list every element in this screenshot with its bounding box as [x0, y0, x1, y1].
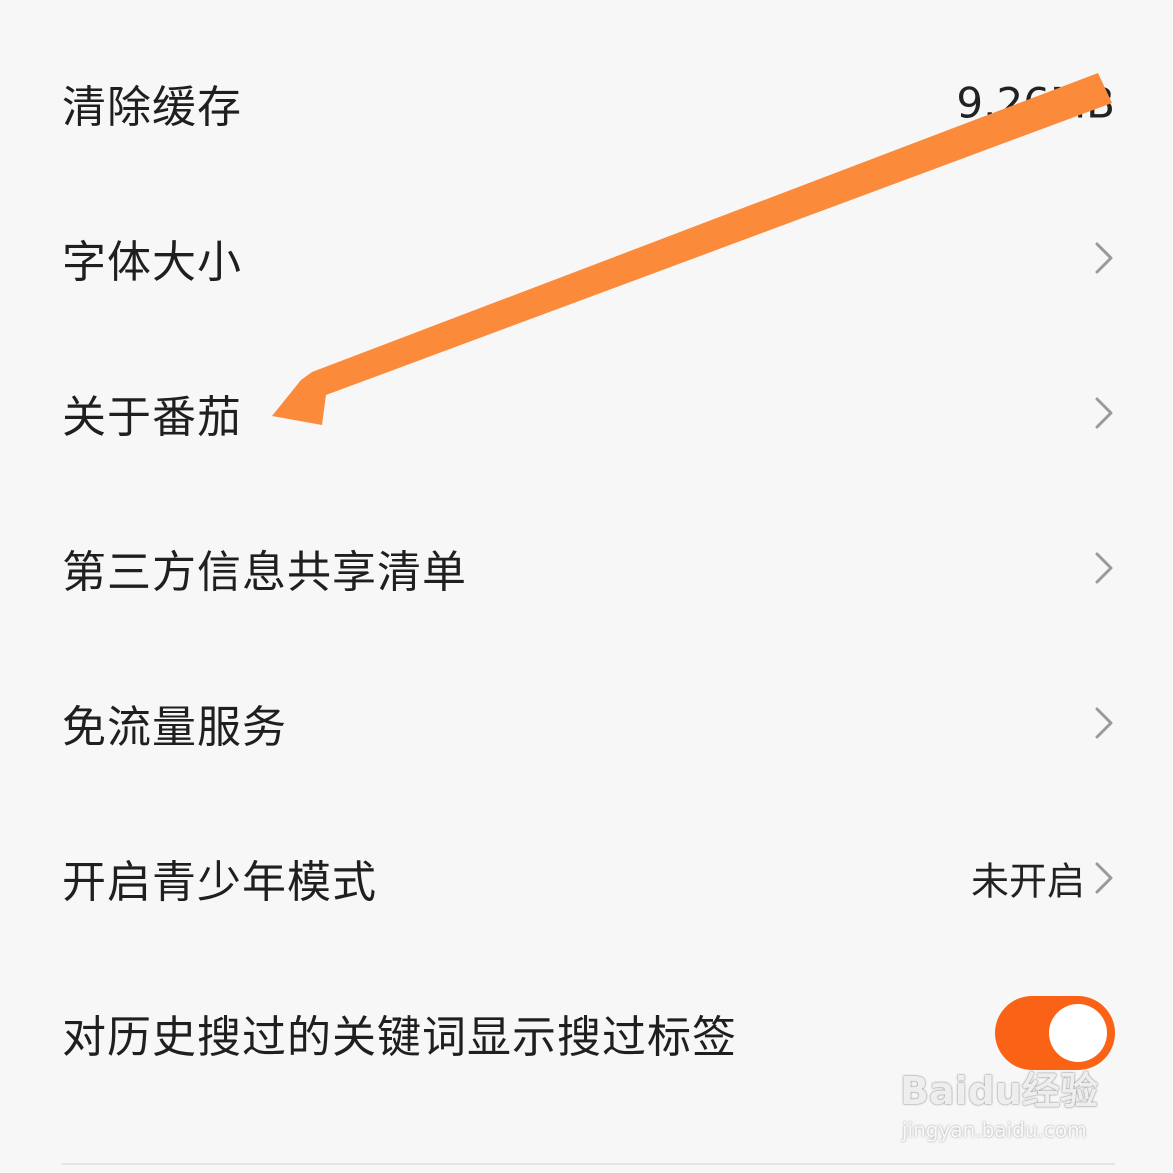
settings-screen: 清除缓存 9.26MB 字体大小 关于番茄 第三方信息共享清单 免流量服务 开启… — [0, 0, 1173, 1173]
about-row[interactable]: 关于番茄 — [0, 335, 1173, 490]
chevron-right-icon — [1095, 552, 1113, 583]
toggle-knob — [1049, 1003, 1107, 1062]
bottom-divider — [62, 1163, 1115, 1165]
teen-mode-status: 未开启 — [970, 859, 1085, 903]
free-data-service-row[interactable]: 免流量服务 — [0, 645, 1173, 800]
chevron-right-icon — [1095, 242, 1113, 273]
third-party-sharing-label: 第三方信息共享清单 — [62, 546, 467, 598]
third-party-sharing-row[interactable]: 第三方信息共享清单 — [0, 490, 1173, 645]
chevron-right-icon — [1095, 707, 1113, 738]
font-size-label: 字体大小 — [62, 236, 242, 288]
chevron-right-icon — [1095, 862, 1113, 893]
searched-tag-toggle[interactable] — [995, 995, 1115, 1070]
watermark-url-text: jingyan.baidu.com — [902, 1118, 1087, 1142]
clear-cache-row[interactable]: 清除缓存 9.26MB — [0, 25, 1173, 180]
about-label: 关于番茄 — [62, 391, 242, 443]
searched-tag-row: 对历史搜过的关键词显示搜过标签 — [0, 955, 1173, 1110]
teen-mode-row[interactable]: 开启青少年模式 未开启 — [0, 800, 1173, 955]
clear-cache-label: 清除缓存 — [62, 81, 242, 133]
free-data-service-label: 免流量服务 — [62, 701, 287, 753]
teen-mode-label: 开启青少年模式 — [62, 856, 377, 908]
cache-size-value: 9.26MB — [956, 78, 1115, 127]
searched-tag-label: 对历史搜过的关键词显示搜过标签 — [62, 1011, 737, 1063]
font-size-row[interactable]: 字体大小 — [0, 180, 1173, 335]
chevron-right-icon — [1095, 397, 1113, 428]
